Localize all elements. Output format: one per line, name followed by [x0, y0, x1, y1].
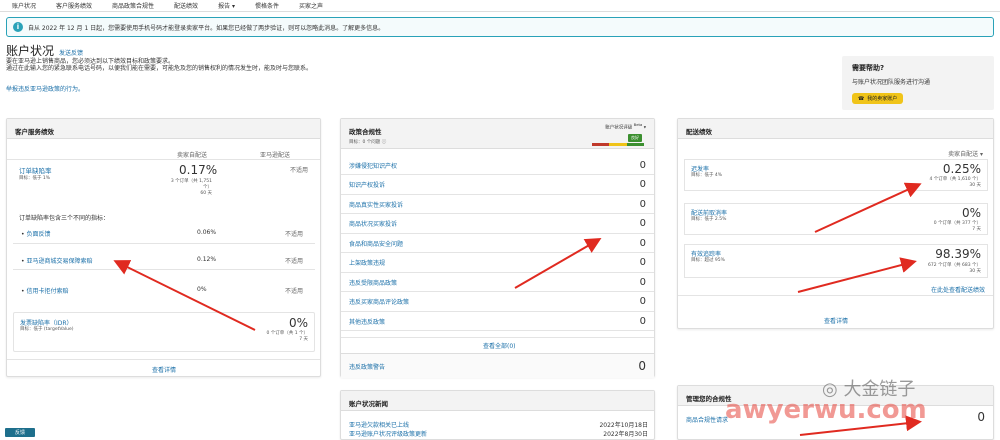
annotation-arrows: [113, 182, 922, 436]
arrow: [814, 182, 922, 233]
arrow: [514, 237, 602, 289]
feedback-button[interactable]: 反馈: [5, 428, 35, 437]
arrow: [113, 260, 256, 331]
watermark-url: awyerwu.com: [725, 395, 927, 425]
arrow: [797, 257, 917, 293]
